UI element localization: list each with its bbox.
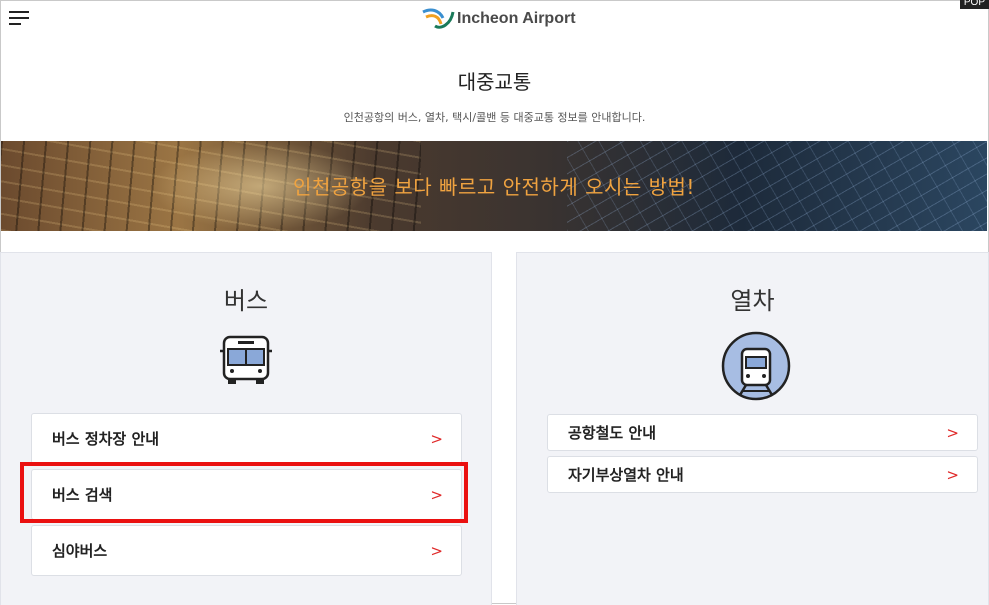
night-bus-link[interactable]: 심야버스 > xyxy=(31,525,462,576)
bus-search-link[interactable]: 버스 검색 > xyxy=(31,469,462,520)
bus-panel-title: 버스 xyxy=(223,287,269,315)
train-icon xyxy=(721,331,791,401)
bus-panel: 버스 버스 정차장 안내 > 버스 검색 > 심야버스 > xyxy=(0,252,492,605)
hamburger-menu-icon[interactable] xyxy=(9,11,29,27)
chevron-right-icon: > xyxy=(430,429,443,448)
hero-banner: 인천공항을 보다 빠르고 안전하게 오시는 방법! xyxy=(1,141,987,231)
bus-stop-info-link[interactable]: 버스 정차장 안내 > xyxy=(31,413,462,464)
page-subtitle: 인천공항의 버스, 열차, 택시/콜밴 등 대중교통 정보를 안내합니다. xyxy=(343,111,646,124)
bus-icon xyxy=(216,331,276,391)
chevron-right-icon: > xyxy=(946,423,959,442)
pop-tag[interactable]: POP xyxy=(959,0,989,9)
chevron-right-icon: > xyxy=(430,541,443,560)
page-title: 대중교통 xyxy=(457,70,532,94)
maglev-train-link[interactable]: 자기부상열차 안내 > xyxy=(547,456,978,493)
airport-railroad-link[interactable]: 공항철도 안내 > xyxy=(547,414,978,451)
banner-text: 인천공항을 보다 빠르고 안전하게 오시는 방법! xyxy=(293,175,695,199)
chevron-right-icon: > xyxy=(946,465,959,484)
maglev-train-label: 자기부상열차 안내 xyxy=(568,466,684,484)
airport-logo[interactable]: Incheon Airport xyxy=(421,4,576,34)
logo-swirl-icon xyxy=(422,8,455,29)
train-panel: 열차 공항철도 안내 > 자기부상열차 안내 > xyxy=(516,252,989,605)
chevron-right-icon: > xyxy=(430,485,443,504)
logo-text: Incheon Airport xyxy=(457,10,576,27)
bus-search-label: 버스 검색 xyxy=(52,486,113,504)
bus-stop-info-label: 버스 정차장 안내 xyxy=(52,430,160,448)
night-bus-label: 심야버스 xyxy=(52,542,108,560)
airport-railroad-label: 공항철도 안내 xyxy=(568,424,657,442)
train-panel-title: 열차 xyxy=(730,287,775,315)
